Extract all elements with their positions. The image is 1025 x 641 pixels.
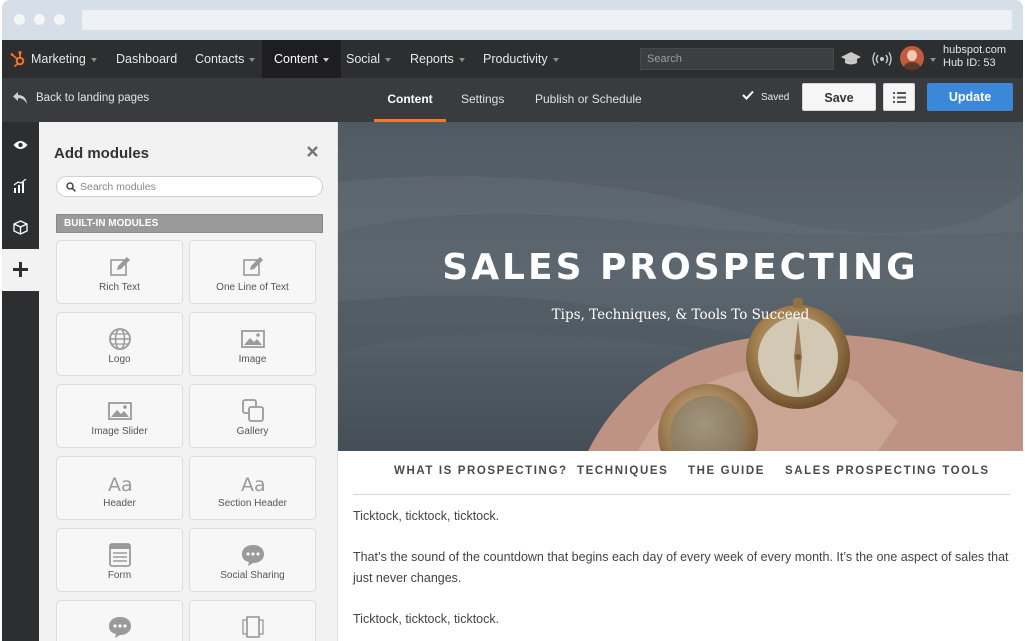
close-window-icon[interactable] bbox=[14, 14, 25, 25]
form-icon bbox=[108, 543, 131, 567]
text-icon: Aa bbox=[108, 474, 133, 496]
maximize-window-icon[interactable] bbox=[54, 14, 65, 25]
chat-icon bbox=[241, 545, 264, 566]
add-modules-tool[interactable] bbox=[2, 249, 39, 291]
address-bar[interactable] bbox=[82, 10, 1012, 30]
nav-search-input[interactable]: Search bbox=[640, 48, 834, 70]
module-header[interactable]: Aa Header bbox=[56, 456, 183, 520]
options-list-button[interactable] bbox=[883, 83, 915, 111]
cube-icon bbox=[13, 220, 28, 235]
main-nav: Marketing Dashboard Contacts Content Soc… bbox=[2, 40, 1023, 78]
academy-cap-icon[interactable] bbox=[840, 51, 862, 67]
chart-icon bbox=[13, 179, 27, 193]
divider bbox=[353, 494, 1010, 495]
chevron-down-icon bbox=[458, 57, 465, 62]
update-button[interactable]: Update bbox=[927, 83, 1013, 111]
back-to-landing-pages-link[interactable]: Back to landing pages bbox=[36, 92, 149, 104]
account-info[interactable]: hubspot.com Hub ID: 53 bbox=[943, 44, 1006, 70]
edit-icon bbox=[242, 257, 263, 276]
paragraph[interactable]: That’s the sound of the countdown that b… bbox=[353, 547, 1013, 589]
save-button[interactable]: Save bbox=[802, 83, 876, 111]
list-icon bbox=[893, 92, 906, 103]
svg-text:Aa: Aa bbox=[241, 474, 266, 496]
nav-reports[interactable]: Reports bbox=[400, 40, 475, 78]
module-logo[interactable]: Logo bbox=[56, 312, 183, 376]
nav-dashboard[interactable]: Dashboard bbox=[106, 40, 187, 78]
chat-icon bbox=[108, 617, 131, 638]
editor-bar: Back to landing pages Content Settings P… bbox=[2, 78, 1023, 122]
hero-banner[interactable]: SALES PROSPECTING Tips, Techniques, & To… bbox=[338, 122, 1023, 451]
nav-content[interactable]: Content bbox=[262, 40, 341, 78]
paragraph[interactable]: Ticktock, ticktock, ticktock. bbox=[353, 506, 1013, 527]
hero-subtitle: Tips, Techniques, & Tools To Succeed bbox=[551, 307, 810, 323]
module-image[interactable]: Image bbox=[189, 312, 316, 376]
svg-text:Aa: Aa bbox=[108, 474, 133, 496]
search-icon bbox=[66, 182, 76, 192]
minimize-window-icon[interactable] bbox=[34, 14, 45, 25]
analytics-tool[interactable] bbox=[2, 167, 39, 207]
chevron-down-icon bbox=[322, 57, 329, 62]
chevron-down-icon bbox=[249, 57, 256, 62]
back-arrow-icon[interactable] bbox=[12, 91, 28, 105]
browser-titlebar bbox=[2, 0, 1023, 40]
module-section-header[interactable]: Aa Section Header bbox=[189, 456, 316, 520]
slides-icon bbox=[241, 616, 264, 638]
chevron-down-icon[interactable] bbox=[930, 58, 936, 62]
plus-icon bbox=[13, 262, 28, 277]
page-content: WHAT IS PROSPECTING? TECHNIQUES THE GUID… bbox=[338, 451, 1023, 641]
image-icon bbox=[107, 402, 132, 420]
page-nav-techniques[interactable]: TECHNIQUES bbox=[577, 465, 668, 477]
preview-tool[interactable] bbox=[2, 126, 39, 166]
text-icon: Aa bbox=[241, 474, 266, 496]
module-form[interactable]: Form bbox=[56, 528, 183, 592]
module-slides[interactable] bbox=[189, 600, 316, 641]
avatar[interactable] bbox=[900, 46, 924, 70]
tab-settings[interactable]: Settings bbox=[453, 78, 512, 122]
page-nav-what-is-prospecting[interactable]: WHAT IS PROSPECTING? bbox=[394, 465, 568, 477]
browser-window: Marketing Dashboard Contacts Content Soc… bbox=[2, 0, 1023, 641]
nav-social[interactable]: Social bbox=[336, 40, 401, 78]
nav-contacts[interactable]: Contacts bbox=[185, 40, 265, 78]
globe-icon bbox=[108, 328, 131, 350]
checkmark-icon bbox=[742, 90, 754, 100]
module-image-slider[interactable]: Image Slider bbox=[56, 384, 183, 448]
chevron-down-icon bbox=[385, 57, 392, 62]
page-nav-the-guide[interactable]: THE GUIDE bbox=[688, 465, 765, 477]
close-icon[interactable] bbox=[307, 146, 318, 157]
eye-icon bbox=[13, 141, 28, 149]
gallery-icon bbox=[241, 399, 264, 422]
module-one-line-of-text[interactable]: One Line of Text bbox=[189, 240, 316, 304]
modules-tool[interactable] bbox=[2, 208, 39, 248]
tab-content[interactable]: Content bbox=[374, 78, 446, 122]
editor-tool-rail bbox=[2, 122, 39, 641]
edit-icon bbox=[109, 257, 130, 276]
module-comments[interactable] bbox=[56, 600, 183, 641]
tab-publish-or-schedule[interactable]: Publish or Schedule bbox=[527, 78, 650, 122]
built-in-modules-heading: BUILT-IN MODULES bbox=[56, 214, 323, 233]
chevron-down-icon bbox=[552, 57, 559, 62]
nav-productivity[interactable]: Productivity bbox=[473, 40, 569, 78]
save-status: Saved bbox=[761, 92, 790, 103]
module-social-sharing[interactable]: Social Sharing bbox=[189, 528, 316, 592]
broadcast-icon[interactable] bbox=[872, 51, 892, 67]
hero-title: SALES PROSPECTING bbox=[442, 247, 919, 288]
search-modules-input[interactable]: Search modules bbox=[56, 176, 323, 197]
nav-marketing[interactable]: Marketing bbox=[21, 40, 107, 78]
page-nav-sales-prospecting-tools[interactable]: SALES PROSPECTING TOOLS bbox=[785, 465, 990, 477]
module-gallery[interactable]: Gallery bbox=[189, 384, 316, 448]
paragraph[interactable]: Ticktock, ticktock, ticktock. bbox=[353, 609, 1013, 630]
chevron-down-icon bbox=[90, 57, 97, 62]
image-icon bbox=[240, 330, 265, 348]
panel-title: Add modules bbox=[54, 145, 150, 162]
module-rich-text[interactable]: Rich Text bbox=[56, 240, 183, 304]
add-modules-panel: Add modules Search modules BUILT-IN MODU… bbox=[39, 122, 338, 641]
